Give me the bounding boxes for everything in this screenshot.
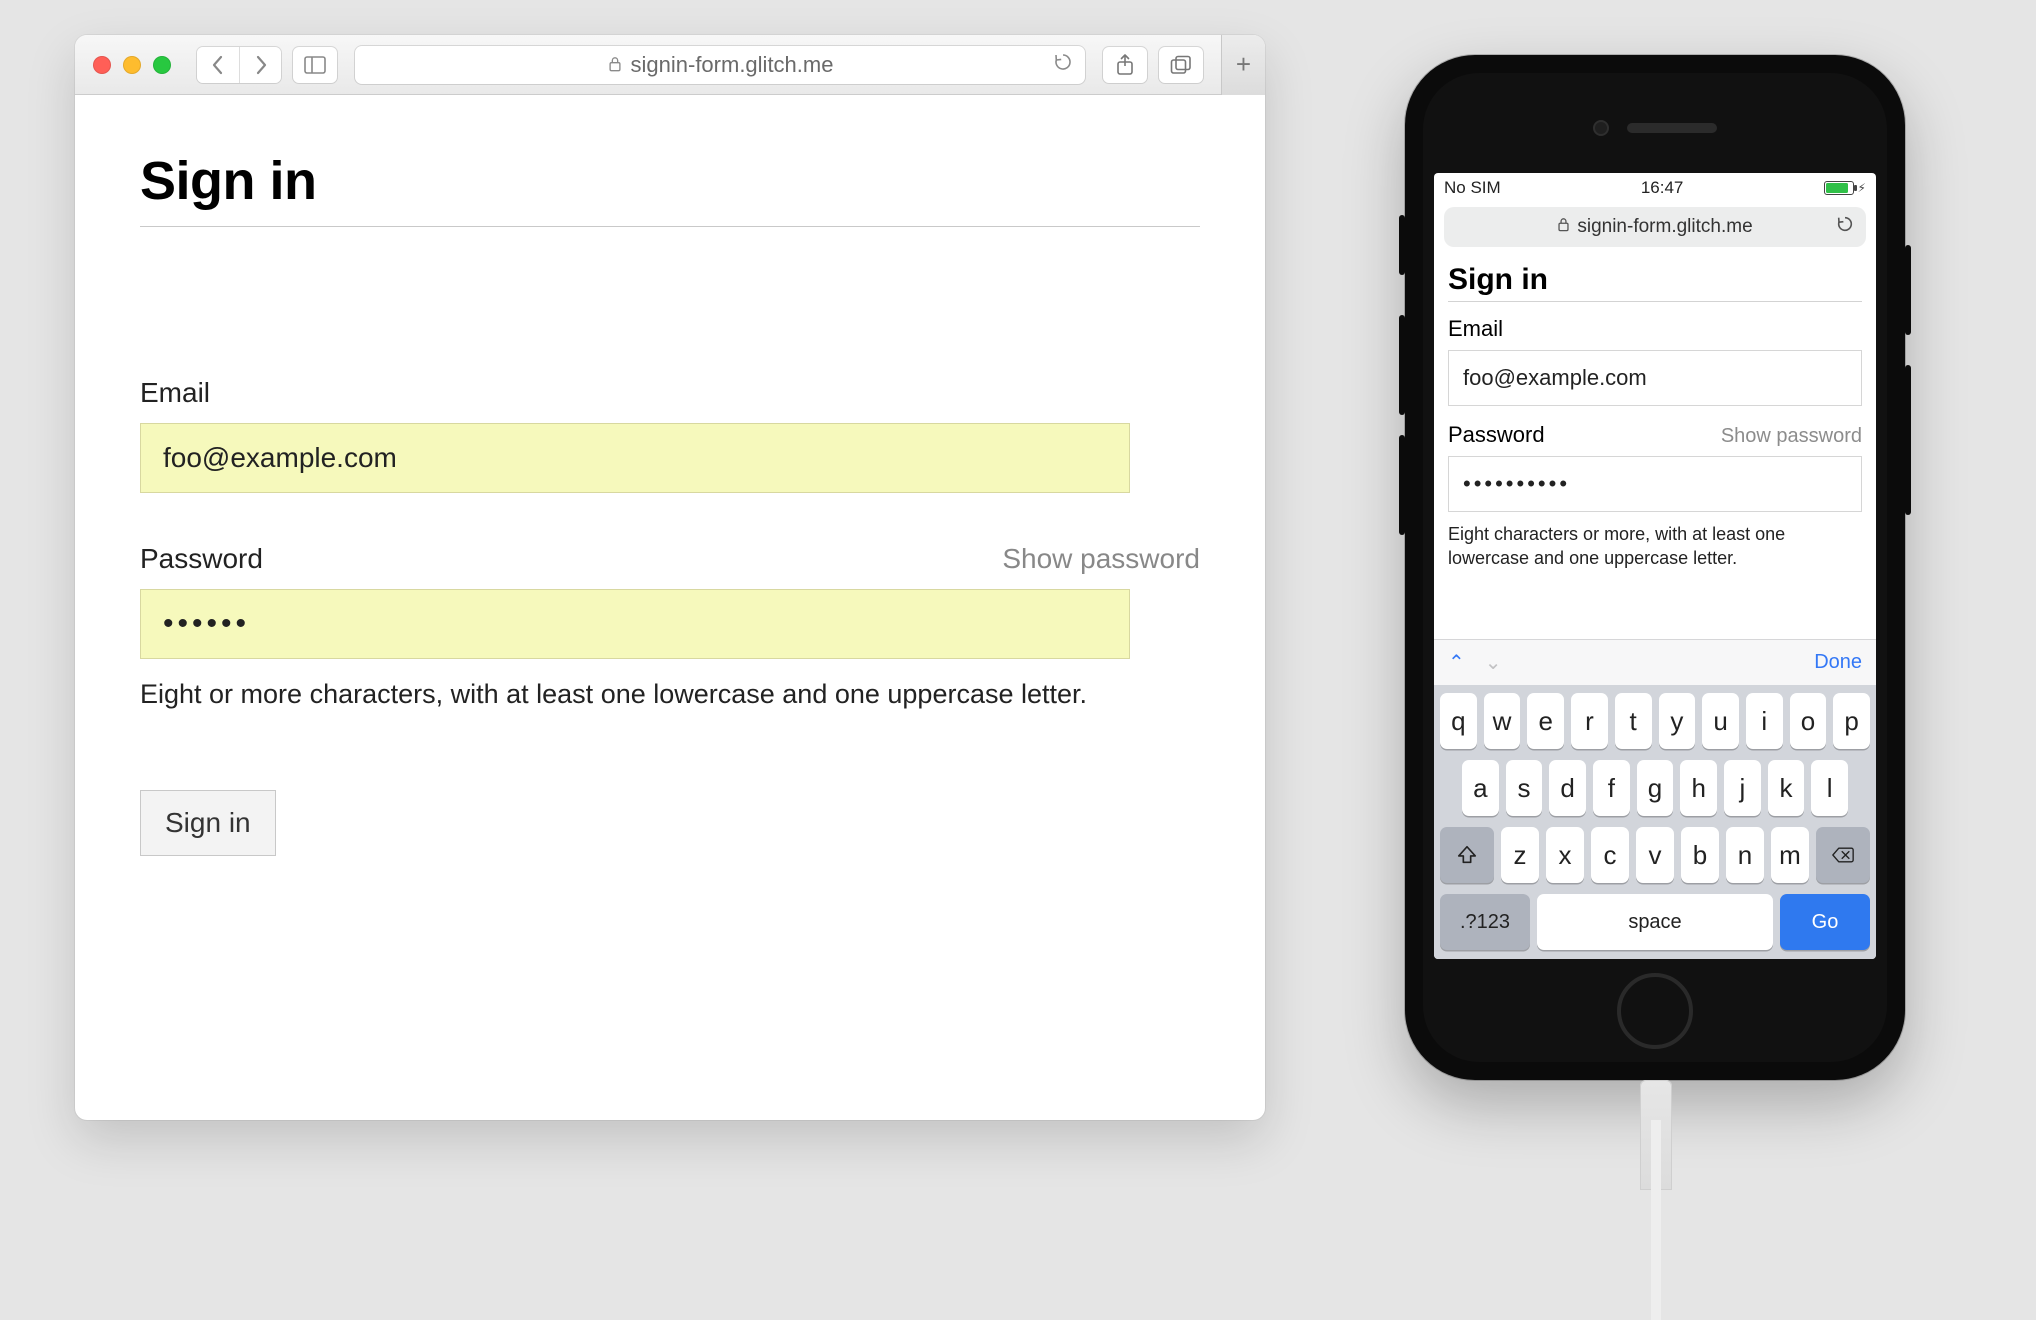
forward-button[interactable]	[239, 47, 281, 83]
iphone-device: No SIM 16:47 ⚡︎ signin-form.glitch.me Si…	[1405, 55, 1905, 1080]
ios-address-bar[interactable]: signin-form.glitch.me	[1444, 207, 1866, 247]
toolbar-right	[1103, 47, 1203, 83]
address-text: signin-form.glitch.me	[631, 52, 834, 78]
key-a[interactable]: a	[1462, 760, 1499, 816]
key-f[interactable]: f	[1593, 760, 1630, 816]
key-y[interactable]: y	[1659, 693, 1696, 749]
keyboard-accessory-bar: ⌃ ⌄ Done	[1434, 639, 1876, 685]
ios-show-password-toggle[interactable]: Show password	[1721, 425, 1862, 448]
ios-reload-button[interactable]	[1836, 215, 1854, 239]
safari-toolbar: signin-form.glitch.me +	[75, 35, 1265, 95]
lightning-cable-icon	[1640, 1080, 1672, 1190]
ios-address-text: signin-form.glitch.me	[1577, 216, 1752, 238]
lock-icon	[1557, 216, 1570, 238]
phone-top-bezel	[1433, 83, 1877, 173]
shift-key[interactable]	[1440, 827, 1494, 883]
ios-page-title: Sign in	[1448, 263, 1862, 297]
key-s[interactable]: s	[1506, 760, 1543, 816]
ios-page-body: Sign in Email Password Show password Eig…	[1434, 255, 1876, 579]
key-p[interactable]: p	[1833, 693, 1870, 749]
signin-button[interactable]: Sign in	[140, 790, 276, 856]
tabs-button[interactable]	[1159, 47, 1203, 83]
battery-icon	[1824, 181, 1854, 195]
password-label: Password	[140, 543, 263, 575]
page-title: Sign in	[140, 150, 1200, 212]
close-window-button[interactable]	[93, 56, 111, 74]
key-n[interactable]: n	[1726, 827, 1764, 883]
sidebar-toggle-button[interactable]	[293, 47, 337, 83]
front-camera-icon	[1593, 120, 1609, 136]
key-z[interactable]: z	[1501, 827, 1539, 883]
ios-password-hint: Eight characters or more, with at least …	[1448, 522, 1862, 571]
email-label: Email	[140, 377, 1200, 409]
key-v[interactable]: v	[1636, 827, 1674, 883]
numbers-key[interactable]: .?123	[1440, 894, 1530, 950]
key-o[interactable]: o	[1790, 693, 1827, 749]
fullscreen-window-button[interactable]	[153, 56, 171, 74]
key-t[interactable]: t	[1615, 693, 1652, 749]
ios-email-label: Email	[1448, 316, 1862, 342]
key-w[interactable]: w	[1484, 693, 1521, 749]
key-b[interactable]: b	[1681, 827, 1719, 883]
key-r[interactable]: r	[1571, 693, 1608, 749]
key-i[interactable]: i	[1746, 693, 1783, 749]
back-button[interactable]	[197, 47, 239, 83]
page-body: Sign in Email Password Show password Eig…	[75, 95, 1265, 911]
safari-window: signin-form.glitch.me + Sign in Email Pa…	[75, 35, 1265, 1120]
key-q[interactable]: q	[1440, 693, 1477, 749]
ios-email-field[interactable]	[1448, 350, 1862, 406]
keyboard-row-4: .?123 space Go	[1440, 894, 1870, 950]
ios-keyboard: qwertyuiop asdfghjkl zxcvbnm .?123 space…	[1434, 685, 1876, 959]
lock-icon	[607, 52, 623, 78]
key-k[interactable]: k	[1768, 760, 1805, 816]
key-h[interactable]: h	[1680, 760, 1717, 816]
earpiece-speaker-icon	[1627, 123, 1717, 133]
address-bar[interactable]: signin-form.glitch.me	[355, 46, 1085, 84]
keyboard-done-button[interactable]: Done	[1814, 651, 1862, 674]
key-x[interactable]: x	[1546, 827, 1584, 883]
password-field[interactable]	[140, 589, 1130, 659]
charging-icon: ⚡︎	[1858, 181, 1866, 195]
backspace-key[interactable]	[1816, 827, 1870, 883]
key-c[interactable]: c	[1591, 827, 1629, 883]
ios-password-field[interactable]	[1448, 456, 1862, 512]
nav-buttons	[197, 47, 281, 83]
new-tab-button[interactable]: +	[1221, 35, 1265, 95]
home-button[interactable]	[1617, 973, 1693, 1049]
keyboard-row-1: qwertyuiop	[1440, 693, 1870, 749]
window-controls	[93, 56, 171, 74]
phone-screen: No SIM 16:47 ⚡︎ signin-form.glitch.me Si…	[1434, 173, 1876, 959]
carrier-text: No SIM	[1444, 178, 1501, 198]
reload-button[interactable]	[1053, 52, 1073, 78]
key-m[interactable]: m	[1771, 827, 1809, 883]
status-bar: No SIM 16:47 ⚡︎	[1434, 173, 1876, 203]
key-u[interactable]: u	[1702, 693, 1739, 749]
show-password-toggle[interactable]: Show password	[1002, 543, 1200, 575]
title-divider	[140, 226, 1200, 227]
keyboard-row-3: zxcvbnm	[1440, 827, 1870, 883]
key-e[interactable]: e	[1527, 693, 1564, 749]
key-g[interactable]: g	[1637, 760, 1674, 816]
prev-field-button[interactable]: ⌃	[1448, 650, 1465, 675]
ios-password-label: Password	[1448, 422, 1545, 448]
minimize-window-button[interactable]	[123, 56, 141, 74]
next-field-button[interactable]: ⌄	[1485, 650, 1502, 675]
share-button[interactable]	[1103, 47, 1147, 83]
ios-title-divider	[1448, 301, 1862, 302]
battery-indicator: ⚡︎	[1824, 181, 1866, 195]
key-d[interactable]: d	[1549, 760, 1586, 816]
clock-text: 16:47	[1641, 178, 1684, 198]
email-field[interactable]	[140, 423, 1130, 493]
keyboard-row-2: asdfghjkl	[1440, 760, 1870, 816]
go-key[interactable]: Go	[1780, 894, 1870, 950]
space-key[interactable]: space	[1537, 894, 1773, 950]
key-j[interactable]: j	[1724, 760, 1761, 816]
password-hint: Eight or more characters, with at least …	[140, 679, 1200, 710]
key-l[interactable]: l	[1811, 760, 1848, 816]
